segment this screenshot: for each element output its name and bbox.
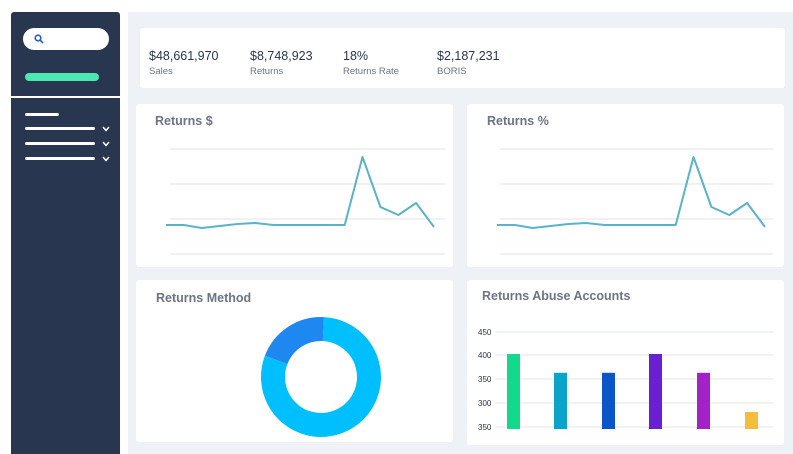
dashboard-page: $48,661,970 Sales $8,748,923 Returns 18%… <box>0 0 793 454</box>
kpi-sales: $48,661,970 Sales <box>149 49 219 77</box>
sidebar-item-3[interactable] <box>25 157 95 160</box>
search-input[interactable] <box>23 28 109 50</box>
bar <box>507 354 520 429</box>
kpi-label: Returns <box>250 66 284 77</box>
sidebar-item-2[interactable] <box>25 142 95 145</box>
returns-percent-card: Returns % <box>467 104 784 267</box>
kpi-label: Sales <box>149 66 173 77</box>
y-tick-label: 350 <box>478 375 492 384</box>
bar <box>697 372 710 429</box>
active-nav-indicator[interactable] <box>25 73 99 81</box>
sidebar-divider <box>11 96 120 98</box>
kpi-summary-card: $48,661,970 Sales $8,748,923 Returns 18%… <box>140 28 785 88</box>
bar <box>554 372 567 429</box>
bar <box>745 412 758 429</box>
sidebar-item-header[interactable] <box>25 113 59 116</box>
y-tick-label: 400 <box>478 351 492 360</box>
chevron-down-icon[interactable] <box>102 126 110 132</box>
returns-percent-line-chart <box>497 148 773 255</box>
kpi-label: Returns Rate <box>343 66 399 77</box>
kpi-value: 18% <box>343 49 369 63</box>
returns-method-card: Returns Method <box>136 280 453 442</box>
main-content: $48,661,970 Sales $8,748,923 Returns 18%… <box>128 12 793 454</box>
bar <box>602 372 615 429</box>
sidebar <box>11 12 120 454</box>
series-line <box>166 156 435 229</box>
kpi-returns-rate: 18% Returns Rate <box>343 49 399 77</box>
y-tick-label: 350 <box>478 423 492 432</box>
returns-abuse-card: Returns Abuse Accounts 450 400 350 300 350 <box>467 280 784 445</box>
chevron-down-icon[interactable] <box>102 141 110 147</box>
bar <box>649 354 662 429</box>
series-line <box>497 156 766 229</box>
chevron-down-icon[interactable] <box>102 156 110 162</box>
donut-slice <box>264 317 324 365</box>
returns-dollar-card: Returns $ <box>136 104 453 267</box>
kpi-value: $8,748,923 <box>250 49 313 63</box>
returns-method-donut-chart <box>261 317 381 437</box>
kpi-value: $2,187,231 <box>437 49 500 63</box>
kpi-label: BORIS <box>437 66 467 77</box>
returns-dollar-line-chart <box>166 148 445 255</box>
kpi-returns: $8,748,923 Returns <box>250 49 313 77</box>
kpi-boris: $2,187,231 BORIS <box>437 49 500 77</box>
search-icon <box>34 34 44 44</box>
y-tick-label: 450 <box>478 328 492 337</box>
sidebar-item-1[interactable] <box>25 127 95 130</box>
kpi-value: $48,661,970 <box>149 49 219 63</box>
y-tick-label: 300 <box>478 399 492 408</box>
returns-abuse-bar-chart: 450 400 350 300 350 <box>478 328 773 432</box>
